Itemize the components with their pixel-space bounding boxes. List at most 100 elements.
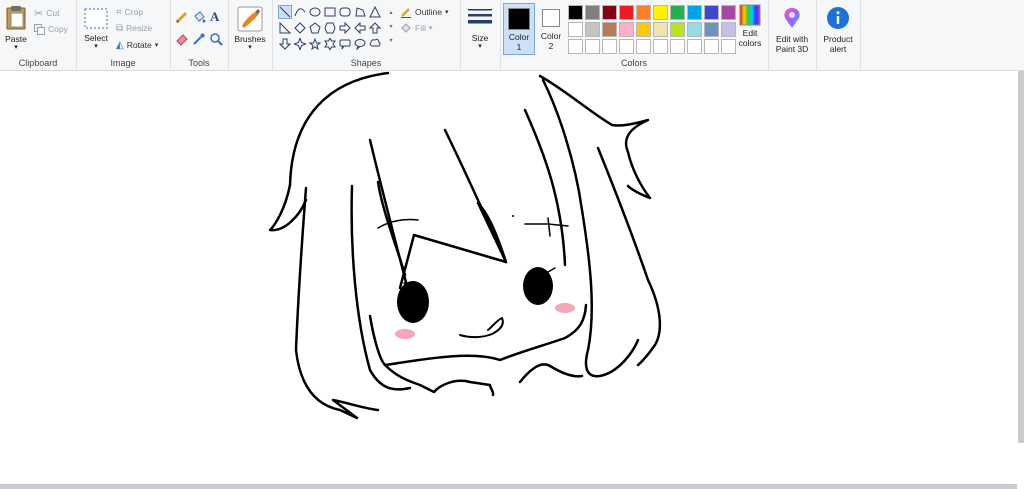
brushes-group: Brushes ▾ — [228, 0, 273, 70]
color1-swatch — [508, 8, 530, 30]
product-alert-button[interactable]: Product alert — [817, 6, 859, 54]
drawing-canvas[interactable] — [0, 71, 1017, 483]
magnifier-icon[interactable] — [209, 32, 223, 46]
palette-swatch[interactable] — [687, 39, 702, 54]
crop-button[interactable]: ⌗ Crop — [116, 5, 143, 19]
rotate-button[interactable]: ◭ Rotate ▾ — [116, 38, 158, 52]
diamond-shape-icon[interactable] — [293, 21, 307, 35]
paste-button[interactable]: Paste ▾ — [3, 3, 29, 51]
edit-with-paint3d-button[interactable]: Edit with Paint 3D — [770, 6, 814, 54]
polygon-shape-icon[interactable] — [353, 5, 367, 19]
palette-swatch[interactable] — [619, 22, 634, 37]
fill-label: Fill — [415, 23, 426, 33]
left-arrow-shape-icon[interactable] — [353, 21, 367, 35]
color2-button[interactable]: Color 2 — [536, 3, 566, 53]
select-button[interactable]: Select ▾ — [80, 4, 112, 52]
palette-swatch[interactable] — [670, 22, 685, 37]
palette-swatch[interactable] — [568, 39, 583, 54]
palette-swatch[interactable] — [653, 39, 668, 54]
oval-callout-shape-icon[interactable] — [353, 37, 367, 51]
edit-colors-label: Edit colors — [738, 28, 762, 48]
palette-swatch[interactable] — [568, 5, 583, 20]
palette-swatch[interactable] — [636, 39, 651, 54]
bang-3 — [443, 128, 508, 264]
palette-swatch[interactable] — [602, 22, 617, 37]
palette-swatch[interactable] — [619, 39, 634, 54]
six-point-star-shape-icon[interactable] — [323, 37, 337, 51]
vertical-scrollbar[interactable] — [1018, 71, 1024, 443]
oval-shape-icon[interactable] — [308, 5, 322, 19]
palette-swatch[interactable] — [585, 5, 600, 20]
right-triangle-shape-icon[interactable] — [278, 21, 292, 35]
cut-button[interactable]: ✂ Cut — [34, 6, 59, 20]
dot-mark — [512, 215, 514, 217]
down-arrow-shape-icon[interactable] — [278, 37, 292, 51]
four-point-star-shape-icon[interactable] — [293, 37, 307, 51]
edit-colors-button[interactable]: Edit colors — [734, 4, 766, 54]
shapes-scroll-arrows[interactable]: ▴ ▾ ▾ — [387, 6, 395, 48]
brushes-button[interactable]: Brushes ▾ — [230, 4, 270, 52]
eraser-icon[interactable] — [175, 32, 189, 46]
right-arrow-shape-icon[interactable] — [338, 21, 352, 35]
line-shape-icon[interactable] — [278, 5, 292, 19]
pentagon-shape-icon[interactable] — [308, 21, 322, 35]
color-picker-icon[interactable] — [192, 32, 206, 46]
cut-label: Cut — [46, 8, 60, 18]
rounded-rectangle-shape-icon[interactable] — [338, 5, 352, 19]
palette-swatch[interactable] — [670, 39, 685, 54]
palette-swatch[interactable] — [687, 22, 702, 37]
cloud-callout-shape-icon[interactable] — [368, 37, 382, 51]
palette-swatch[interactable] — [619, 5, 634, 20]
palette-swatch[interactable] — [670, 5, 685, 20]
blush-right — [555, 303, 575, 313]
colors-group-label: Colors — [620, 58, 647, 68]
palette-swatch[interactable] — [704, 22, 719, 37]
blush-left — [395, 329, 415, 339]
paint3d-group: Edit with Paint 3D — [768, 0, 817, 70]
hexagon-shape-icon[interactable] — [323, 21, 337, 35]
mouth — [459, 317, 504, 339]
hair-outline-left — [288, 71, 390, 187]
rounded-callout-shape-icon[interactable] — [338, 37, 352, 51]
fill-button[interactable]: Fill ▾ — [400, 21, 432, 35]
triangle-shape-icon[interactable] — [368, 5, 382, 19]
curve-shape-icon[interactable] — [293, 5, 307, 19]
five-point-star-shape-icon[interactable] — [308, 37, 322, 51]
palette-swatch[interactable] — [602, 5, 617, 20]
palette-swatch[interactable] — [636, 5, 651, 20]
palette-swatch[interactable] — [585, 22, 600, 37]
color2-label: Color 2 — [540, 31, 562, 51]
pencil-icon[interactable] — [175, 10, 189, 24]
palette-swatch[interactable] — [653, 22, 668, 37]
palette-swatch[interactable] — [636, 22, 651, 37]
palette-swatch[interactable] — [585, 39, 600, 54]
resize-button[interactable]: ⧉ Resize — [116, 21, 152, 35]
palette-swatch[interactable] — [704, 39, 719, 54]
copy-button[interactable]: Copy — [34, 22, 68, 36]
scissors-icon: ✂ — [34, 7, 44, 20]
fill-icon — [401, 23, 411, 33]
outline-button[interactable]: Outline ▾ — [400, 5, 448, 19]
paint3d-icon — [784, 8, 800, 28]
size-button[interactable]: Size ▾ — [463, 4, 497, 52]
color1-button[interactable]: Color 1 — [503, 3, 535, 55]
crop-label: Crop — [124, 7, 144, 17]
brow-right-tick — [547, 217, 551, 237]
palette-swatch[interactable] — [602, 39, 617, 54]
palette-swatch[interactable] — [687, 5, 702, 20]
bang-zigzag — [398, 201, 508, 290]
shapes-group: ▴ ▾ ▾ Outline ▾ Fill ▾ Shapes — [272, 0, 461, 70]
rectangle-shape-icon[interactable] — [323, 5, 337, 19]
palette-swatch[interactable] — [653, 5, 668, 20]
text-tool-icon[interactable]: A — [210, 9, 219, 25]
horizontal-scrollbar[interactable] — [0, 484, 1017, 489]
up-arrow-shape-icon[interactable] — [368, 21, 382, 35]
palette-swatch[interactable] — [568, 22, 583, 37]
outline-label: Outline — [415, 7, 442, 17]
ribbon: Paste ▾ ✂ Cut Copy Clipboard Select ▾ ⌗ … — [0, 0, 1024, 71]
chevron-down-icon: ▾ — [94, 43, 98, 50]
palette-swatch[interactable] — [704, 5, 719, 20]
canvas-area[interactable] — [0, 71, 1024, 489]
fill-bucket-icon[interactable] — [192, 10, 206, 24]
rotate-icon: ◭ — [116, 39, 124, 51]
